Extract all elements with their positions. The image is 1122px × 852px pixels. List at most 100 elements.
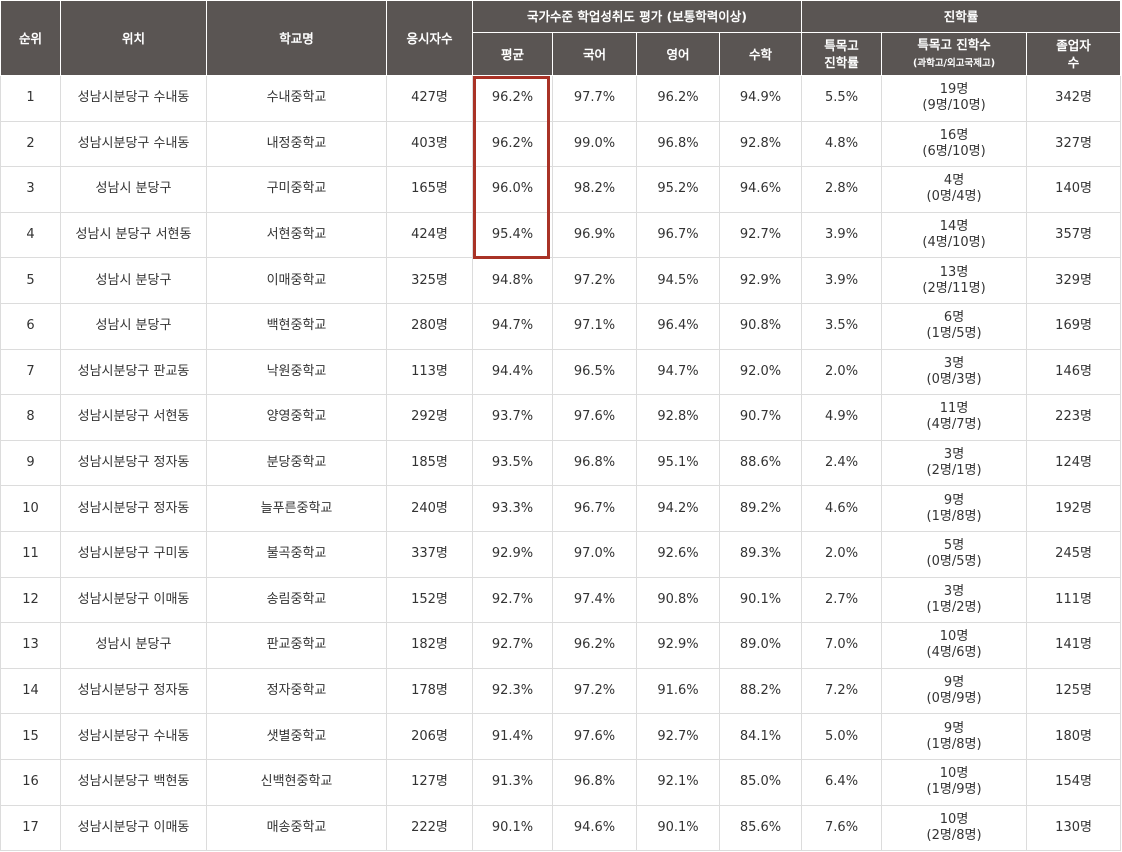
cell-graduates: 146명 bbox=[1026, 348, 1122, 396]
cell-english: 92.7% bbox=[636, 713, 720, 760]
table-row: 9 성남시분당구 정자동 분당중학교 185명 93.5% 96.8% 95.1% 88.6%… bbox=[0, 439, 1122, 487]
special-detail: (4명/7명) bbox=[926, 417, 982, 433]
cell-school: 정자중학교 bbox=[206, 667, 387, 715]
header-special-rate-line2: 진학률 bbox=[824, 55, 859, 70]
table-row: 11 성남시분당구 구미동 불곡중학교 337명 92.9% 97.0% 92.6% 89.3… bbox=[0, 530, 1122, 578]
cell-rank: 7 bbox=[0, 348, 61, 396]
special-total: 5명 bbox=[943, 538, 965, 554]
cell-korean: 98.2% bbox=[552, 166, 637, 213]
cell-avg: 91.4% bbox=[472, 713, 553, 760]
cell-graduates: 111명 bbox=[1026, 576, 1122, 624]
cell-avg: 92.9% bbox=[472, 530, 553, 578]
header-rank: 순위 bbox=[0, 0, 61, 76]
header-special-rate: 특목고진학률 bbox=[801, 32, 883, 76]
table-row: 17 성남시분당구 이매동 매송중학교 222명 90.1% 94.6% 90.1% 85.6… bbox=[0, 804, 1122, 852]
cell-special-rate: 2.7% bbox=[801, 576, 883, 624]
header-advancement: 진학률 bbox=[801, 0, 1122, 33]
cell-math: 92.9% bbox=[718, 257, 803, 304]
cell-location: 성남시분당구 이매동 bbox=[60, 576, 207, 624]
special-total: 9명 bbox=[943, 492, 965, 508]
cell-rank: 6 bbox=[0, 302, 61, 350]
cell-english: 96.2% bbox=[636, 75, 720, 122]
header-graduates-line2: 수 bbox=[1067, 55, 1080, 70]
cell-location: 성남시분당구 정자동 bbox=[60, 439, 207, 487]
cell-math: 85.6% bbox=[718, 804, 803, 852]
cell-english: 92.8% bbox=[636, 394, 720, 441]
cell-school: 낙원중학교 bbox=[206, 348, 387, 396]
table-row: 3 성남시 분당구 구미중학교 165명 96.0% 98.2% 95.2% 94.6% 2.8… bbox=[0, 166, 1122, 213]
cell-location: 성남시 분당구 서현동 bbox=[60, 211, 207, 259]
cell-korean: 97.2% bbox=[552, 257, 637, 304]
cell-location: 성남시분당구 정자동 bbox=[60, 667, 207, 715]
cell-special-rate: 4.6% bbox=[801, 485, 883, 532]
cell-special-count: 10명 (4명/6명) bbox=[881, 622, 1028, 669]
special-detail: (2명/8명) bbox=[926, 827, 982, 843]
cell-english: 94.7% bbox=[636, 348, 720, 396]
cell-graduates: 180명 bbox=[1026, 713, 1122, 760]
cell-examinees: 178명 bbox=[386, 667, 473, 715]
special-total: 13명 bbox=[939, 264, 969, 280]
cell-rank: 9 bbox=[0, 439, 61, 487]
cell-school: 백현중학교 bbox=[206, 302, 387, 350]
special-total: 3명 bbox=[943, 447, 965, 463]
header-english: 영어 bbox=[636, 32, 720, 76]
cell-avg: 93.3% bbox=[472, 485, 553, 532]
cell-math: 89.3% bbox=[718, 530, 803, 578]
cell-math: 90.1% bbox=[718, 576, 803, 624]
special-detail: (0명/4명) bbox=[926, 189, 982, 205]
cell-graduates: 124명 bbox=[1026, 439, 1122, 487]
cell-examinees: 240명 bbox=[386, 485, 473, 532]
cell-avg: 92.3% bbox=[472, 667, 553, 715]
cell-examinees: 427명 bbox=[386, 75, 473, 122]
special-total: 9명 bbox=[943, 720, 965, 736]
cell-location: 성남시 분당구 bbox=[60, 166, 207, 213]
cell-korean: 97.6% bbox=[552, 713, 637, 760]
header-special-count: 특목고 진학수 (과학고/외고국제고) bbox=[881, 32, 1028, 76]
table-row: 2 성남시분당구 수내동 내정중학교 403명 96.2% 99.0% 96.8% 92.8%… bbox=[0, 120, 1122, 168]
cell-location: 성남시분당구 판교동 bbox=[60, 348, 207, 396]
cell-math: 85.0% bbox=[718, 758, 803, 806]
special-detail: (0명/5명) bbox=[926, 554, 982, 570]
special-detail: (1명/9명) bbox=[926, 782, 982, 798]
special-detail: (4명/6명) bbox=[926, 645, 982, 661]
cell-special-rate: 3.5% bbox=[801, 302, 883, 350]
table-row: 10 성남시분당구 정자동 늘푸른중학교 240명 93.3% 96.7% 94.2% 89.… bbox=[0, 485, 1122, 532]
cell-avg: 95.4% bbox=[472, 211, 553, 259]
cell-special-rate: 5.5% bbox=[801, 75, 883, 122]
special-total: 11명 bbox=[939, 401, 969, 417]
cell-graduates: 140명 bbox=[1026, 166, 1122, 213]
cell-math: 84.1% bbox=[718, 713, 803, 760]
cell-school: 송림중학교 bbox=[206, 576, 387, 624]
cell-special-count: 3명 (2명/1명) bbox=[881, 439, 1028, 487]
header-examinees: 응시자수 bbox=[386, 0, 473, 76]
cell-examinees: 152명 bbox=[386, 576, 473, 624]
cell-special-rate: 5.0% bbox=[801, 713, 883, 760]
table-row: 4 성남시 분당구 서현동 서현중학교 424명 95.4% 96.9% 96.7% 92.7… bbox=[0, 211, 1122, 259]
cell-graduates: 327명 bbox=[1026, 120, 1122, 168]
cell-korean: 99.0% bbox=[552, 120, 637, 168]
cell-school: 수내중학교 bbox=[206, 75, 387, 122]
cell-special-count: 14명 (4명/10명) bbox=[881, 211, 1028, 259]
cell-math: 89.2% bbox=[718, 485, 803, 532]
special-detail: (2명/1명) bbox=[926, 463, 982, 479]
special-detail: (0명/3명) bbox=[926, 371, 982, 387]
cell-special-count: 3명 (1명/2명) bbox=[881, 576, 1028, 624]
cell-special-count: 9명 (1명/8명) bbox=[881, 713, 1028, 760]
special-total: 4명 bbox=[943, 173, 965, 189]
cell-special-count: 19명 (9명/10명) bbox=[881, 75, 1028, 122]
header-korean: 국어 bbox=[552, 32, 637, 76]
table-row: 7 성남시분당구 판교동 낙원중학교 113명 94.4% 96.5% 94.7% 92.0%… bbox=[0, 348, 1122, 396]
header-avg: 평균 bbox=[472, 32, 553, 76]
cell-korean: 97.4% bbox=[552, 576, 637, 624]
cell-location: 성남시분당구 백현동 bbox=[60, 758, 207, 806]
cell-special-rate: 3.9% bbox=[801, 211, 883, 259]
cell-korean: 97.7% bbox=[552, 75, 637, 122]
cell-location: 성남시분당구 수내동 bbox=[60, 713, 207, 760]
cell-special-count: 9명 (0명/9명) bbox=[881, 667, 1028, 715]
special-detail: (1명/5명) bbox=[926, 326, 982, 342]
cell-rank: 2 bbox=[0, 120, 61, 168]
cell-english: 90.1% bbox=[636, 804, 720, 852]
header-special-rate-line1: 특목고 bbox=[824, 38, 859, 53]
cell-location: 성남시 분당구 bbox=[60, 622, 207, 669]
table-body: 1 성남시분당구 수내동 수내중학교 427명 96.2% 97.7% 96.2% 94.9%… bbox=[0, 75, 1122, 852]
